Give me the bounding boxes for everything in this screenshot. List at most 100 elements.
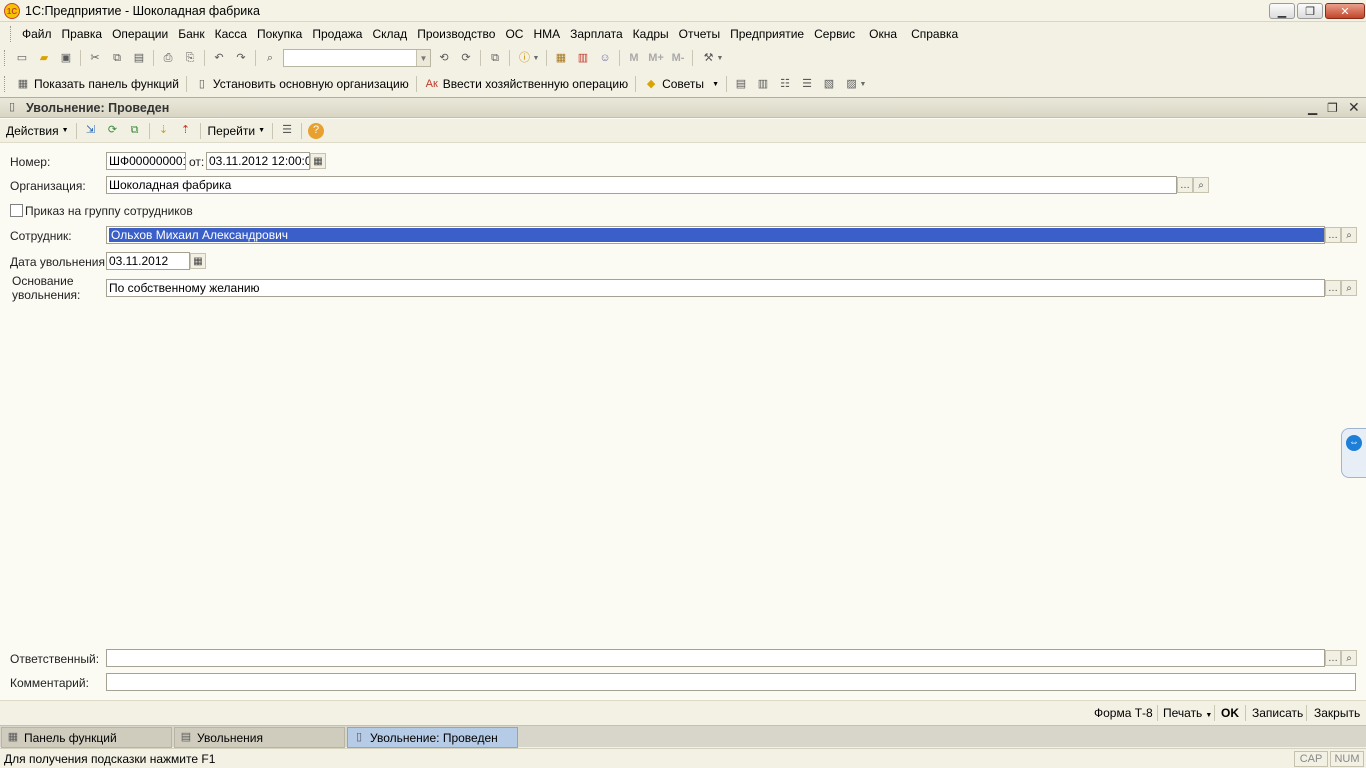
comment-field[interactable] xyxy=(106,673,1356,691)
find-button[interactable]: ⌕ xyxy=(259,48,281,68)
report-1-button[interactable]: ▤ xyxy=(730,74,752,94)
undo-button[interactable]: ↶ xyxy=(208,48,230,68)
dismissal-date-field[interactable]: 03.11.2012 xyxy=(106,252,190,270)
ok-button[interactable]: OK xyxy=(1221,706,1239,720)
dismissal-calendar-button[interactable]: ▦ xyxy=(190,253,206,269)
list-button[interactable]: ☰ xyxy=(276,121,298,141)
save-doc-button[interactable]: Записать xyxy=(1252,706,1303,720)
menu-fixed-assets[interactable]: ОС xyxy=(500,27,528,41)
menu-help[interactable]: Справка xyxy=(906,27,963,41)
menu-reports[interactable]: Отчеты xyxy=(674,27,725,41)
menu-file[interactable]: Файл xyxy=(17,27,57,41)
show-panel-button[interactable]: ▦ Показать панель функций xyxy=(11,74,183,94)
enter-operation-button[interactable]: Ак Ввести хозяйственную операцию xyxy=(420,74,632,94)
menu-production[interactable]: Производство xyxy=(412,27,500,41)
menu-bank[interactable]: Банк xyxy=(173,27,209,41)
doc-restore-button[interactable]: ❐ xyxy=(1327,101,1338,115)
cut-button[interactable]: ✂ xyxy=(84,48,106,68)
report-3-button[interactable]: ☷ xyxy=(774,74,796,94)
employee-select-button[interactable]: … xyxy=(1325,227,1341,243)
employee-field[interactable]: Ольхов Михаил Александрович xyxy=(106,226,1325,244)
teamviewer-side-widget[interactable]: ⇔ xyxy=(1341,428,1366,478)
help-button[interactable]: ? xyxy=(305,121,327,141)
save-button[interactable]: ▣ xyxy=(55,48,77,68)
menu-hr[interactable]: Кадры xyxy=(628,27,674,41)
post-button[interactable]: ⇲ xyxy=(80,121,102,141)
organization-open-button[interactable]: ⌕ xyxy=(1193,177,1209,193)
tools-button[interactable]: ⚒ ▼ xyxy=(696,48,728,68)
number-field[interactable]: ШФ000000001 xyxy=(106,152,186,170)
tab-functions-panel[interactable]: ▦ Панель функций xyxy=(1,727,172,748)
report-4-button[interactable]: ☰ xyxy=(796,74,818,94)
set-org-button[interactable]: ▯ Установить основную организацию xyxy=(190,74,413,94)
reason-field[interactable]: По собственному желанию xyxy=(106,279,1325,297)
windows-button[interactable]: ⧉ xyxy=(484,48,506,68)
people-list-icon: ☰ xyxy=(802,77,812,90)
report-6-button[interactable]: ▨ ▼ xyxy=(840,74,870,94)
toolbar-separator xyxy=(153,50,154,66)
memory-add-button[interactable]: M+ xyxy=(645,48,667,68)
search-combo[interactable]: ▼ xyxy=(283,49,431,67)
chevron-down-icon[interactable]: ▼ xyxy=(416,50,430,66)
memory-minus-icon: M- xyxy=(671,51,685,64)
actions-menu-button[interactable]: Действия ▼ xyxy=(2,121,73,141)
report-2-button[interactable]: ▥ xyxy=(752,74,774,94)
tab-dismissals[interactable]: ▤ Увольнения xyxy=(174,727,345,748)
menu-edit[interactable]: Правка xyxy=(57,27,108,41)
menu-service[interactable]: Сервис xyxy=(809,27,860,41)
organization-select-button[interactable]: … xyxy=(1177,177,1193,193)
calendar-picker-button[interactable]: ▦ xyxy=(310,153,326,169)
reason-select-button[interactable]: … xyxy=(1325,280,1341,296)
document-date-field[interactable]: 03.11.2012 12:00:00 xyxy=(206,152,310,170)
tips-button[interactable]: ◆ Советы ▼ xyxy=(639,74,723,94)
open-button[interactable]: ▰ xyxy=(33,48,55,68)
minimize-button[interactable]: ▁ xyxy=(1269,3,1295,19)
users-button[interactable]: ☺ xyxy=(594,48,616,68)
doc-minimize-button[interactable]: ▁ xyxy=(1308,101,1317,115)
responsible-open-button[interactable]: ⌕ xyxy=(1341,650,1357,666)
print-button[interactable]: ⎙ xyxy=(157,48,179,68)
find-next-button[interactable]: ⟲ xyxy=(433,48,455,68)
calculator-button[interactable]: ▦ xyxy=(550,48,572,68)
redo-button[interactable]: ↷ xyxy=(230,48,252,68)
employee-open-button[interactable]: ⌕ xyxy=(1341,227,1357,243)
responsible-select-button[interactable]: … xyxy=(1325,650,1341,666)
menu-salary[interactable]: Зарплата xyxy=(565,27,628,41)
movements-button[interactable]: ⇣ xyxy=(153,121,175,141)
menu-windows[interactable]: Окна xyxy=(864,27,902,41)
responsible-field[interactable] xyxy=(106,649,1325,667)
paste-button[interactable]: ▤ xyxy=(128,48,150,68)
reason-open-button[interactable]: ⌕ xyxy=(1341,280,1357,296)
close-doc-button[interactable]: Закрыть xyxy=(1314,706,1360,720)
memory-sub-button[interactable]: M- xyxy=(667,48,689,68)
close-window-button[interactable]: ✕ xyxy=(1325,3,1365,19)
print-preview-button[interactable]: ⎘ xyxy=(179,48,201,68)
tips-label: Советы xyxy=(662,77,705,91)
organization-field[interactable]: Шоколадная фабрика xyxy=(106,176,1177,194)
info-button[interactable]: ⓘ ▼ xyxy=(513,48,543,68)
goto-menu-button[interactable]: Перейти ▼ xyxy=(204,121,270,141)
report-5-button[interactable]: ▧ xyxy=(818,74,840,94)
doc-close-button[interactable]: ✕ xyxy=(1348,99,1360,116)
menu-enterprise[interactable]: Предприятие xyxy=(725,27,809,41)
tab-dismissal-document[interactable]: ▯ Увольнение: Проведен xyxy=(347,727,518,748)
menu-warehouse[interactable]: Склад xyxy=(367,27,412,41)
menu-operations[interactable]: Операции xyxy=(107,27,173,41)
print-menu-button[interactable]: Печать ▼ xyxy=(1163,706,1212,720)
memory-store-button[interactable]: M xyxy=(623,48,645,68)
refresh-button[interactable]: ⟳ xyxy=(102,121,124,141)
structure-button[interactable]: ⇡ xyxy=(175,121,197,141)
calendar-button[interactable]: ▥ xyxy=(572,48,594,68)
menu-cash[interactable]: Касса xyxy=(210,27,252,41)
new-document-button[interactable]: ▭ xyxy=(11,48,33,68)
group-order-checkbox[interactable] xyxy=(10,204,23,217)
menu-sales[interactable]: Продажа xyxy=(307,27,367,41)
menu-intangibles[interactable]: НМА xyxy=(528,27,565,41)
find-next-icon: ⟲ xyxy=(439,51,449,64)
copy-button[interactable]: ⧉ xyxy=(106,48,128,68)
form-t8-button[interactable]: Форма Т-8 xyxy=(1094,706,1153,720)
restore-button[interactable]: ❐ xyxy=(1297,3,1323,19)
copy-doc-button[interactable]: ⧉ xyxy=(124,121,146,141)
find-prev-button[interactable]: ⟳ xyxy=(455,48,477,68)
menu-purchase[interactable]: Покупка xyxy=(252,27,307,41)
